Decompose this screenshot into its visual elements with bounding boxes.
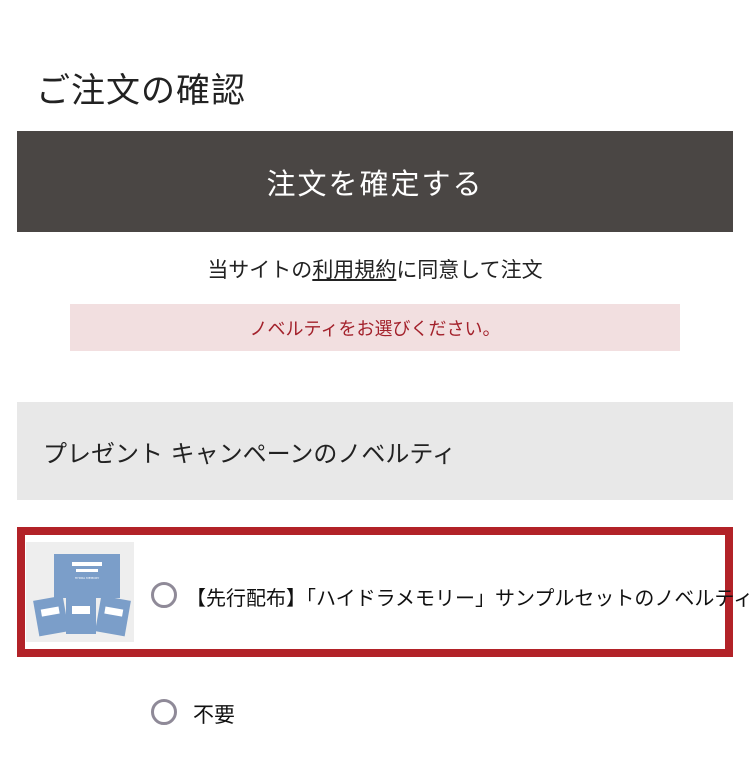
novelty-thumbnail: HYDRA MEMORY (26, 542, 134, 642)
error-message: ノベルティをお選びください。 (70, 304, 680, 351)
novelty-heading-text: プレゼント キャンペーンのノベルティ (43, 439, 456, 468)
thumbnail-card-text: HYDRA MEMORY (75, 576, 100, 580)
option-label-sample-set: 【先行配布】「ハイドラメモリー」サンプルセットのノベルティ (186, 586, 750, 610)
terms-agreement-text: 当サイトの利用規約に同意して注文 (0, 254, 750, 284)
radio-not-needed[interactable] (151, 699, 177, 725)
radio-sample-set[interactable] (151, 582, 177, 608)
confirm-order-button[interactable]: 注文を確定する (17, 131, 733, 232)
terms-link[interactable]: 利用規約 (312, 258, 396, 282)
page-title: ご注文の確認 (36, 70, 246, 111)
agree-prefix: 当サイトの (207, 258, 313, 282)
agree-suffix: に同意して注文 (396, 258, 543, 282)
option-label-not-needed: 不要 (193, 703, 235, 727)
sample-set-image: HYDRA MEMORY (26, 542, 134, 642)
novelty-section-heading: プレゼント キャンペーンのノベルティ (17, 402, 733, 500)
